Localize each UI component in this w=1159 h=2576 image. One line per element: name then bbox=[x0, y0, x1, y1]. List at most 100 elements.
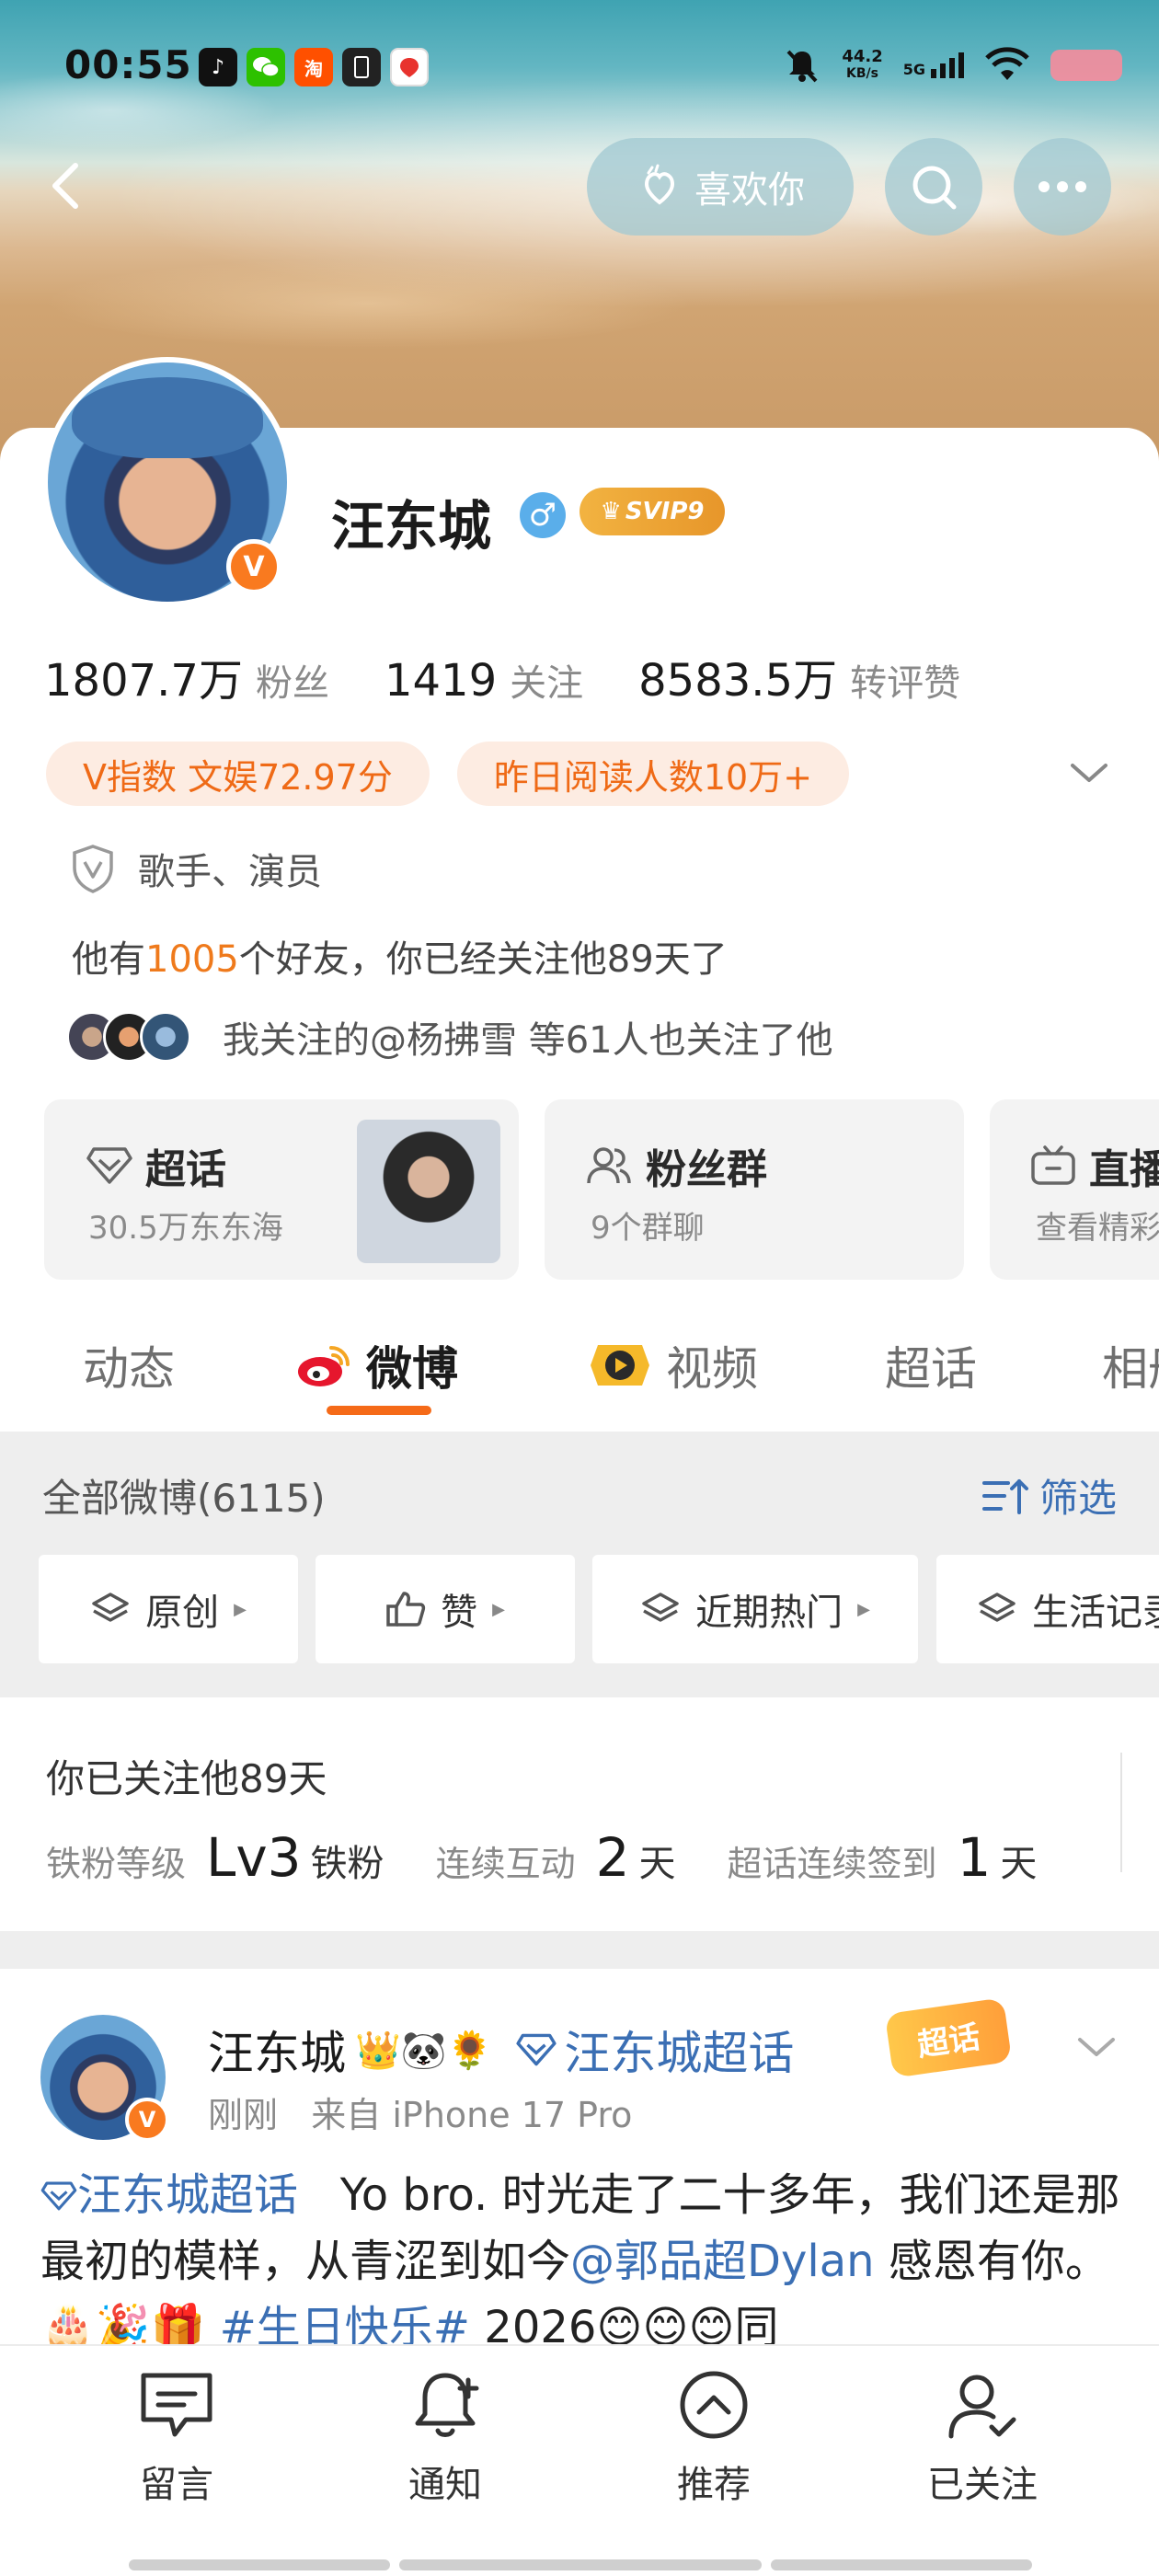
layers-icon bbox=[92, 1593, 129, 1622]
followed-icon bbox=[948, 2375, 1016, 2439]
profile-tags: V指数 文娱72.97分 昨日阅读人数10万+ bbox=[46, 742, 850, 806]
fan-group-title: 粉丝群 bbox=[646, 1146, 767, 1193]
fan-status-card[interactable]: 你已关注他89天 铁粉等级 Lv3 铁粉 连续互动 2 天 超话连续签到 1 天 bbox=[0, 1697, 1159, 1931]
followed-button[interactable]: 已关注 bbox=[890, 2366, 1074, 2508]
tab-album[interactable]: 相册 bbox=[1102, 1332, 1159, 1398]
engagement-label[interactable]: 转评赞 bbox=[850, 653, 960, 707]
tab-activity[interactable]: 动态 bbox=[83, 1332, 175, 1398]
post-mention[interactable]: @郭品超Dylan bbox=[570, 2236, 875, 2287]
layers-icon bbox=[642, 1593, 679, 1622]
verified-v-badge: V bbox=[125, 2098, 169, 2142]
caret-right-icon: ▶ bbox=[857, 1599, 870, 1619]
mutual-friends: 他有1005个好友，你已经关注他89天了 bbox=[72, 938, 728, 981]
caret-right-icon: ▶ bbox=[492, 1599, 505, 1619]
status-app-icons: ♪ 淘 bbox=[199, 48, 429, 86]
tab-video[interactable]: 视频 bbox=[587, 1332, 758, 1398]
bottom-action-bar: 留言 通知 推荐 已关注 bbox=[0, 2344, 1159, 2576]
followers-label[interactable]: 粉丝 bbox=[256, 653, 329, 707]
supertopic-thumbnail bbox=[357, 1120, 500, 1263]
more-button[interactable] bbox=[1014, 138, 1111, 236]
status-bar: 00:55 ♪ 淘 44.2 KB/s 5G bbox=[0, 37, 1159, 101]
post-supertopic-tag[interactable]: 汪东城超话 bbox=[40, 2169, 298, 2221]
comment-button[interactable]: 留言 bbox=[85, 2366, 269, 2508]
chevron-down-icon[interactable] bbox=[1067, 754, 1111, 791]
supertopic-subtitle: 30.5万东东海 bbox=[88, 1210, 283, 1247]
top-nav: 喜欢你 bbox=[0, 138, 1159, 239]
post-author-name[interactable]: 汪东城 bbox=[208, 2017, 346, 2083]
profile-role: 歌手、演员 bbox=[70, 842, 322, 895]
fan-level: Lv3 bbox=[206, 1826, 302, 1889]
svip-badge[interactable]: ♛ SVIP9 bbox=[580, 488, 725, 535]
readers-tag[interactable]: 昨日阅读人数10万+ bbox=[456, 742, 850, 806]
chip-life-record[interactable]: 生活记录 bbox=[936, 1555, 1159, 1663]
more-dots-icon bbox=[1039, 181, 1086, 192]
app-icon bbox=[342, 48, 381, 86]
signal-icon: 5G bbox=[903, 52, 964, 78]
app-icon bbox=[390, 48, 429, 86]
supertopic-card[interactable]: 超话 30.5万东东海 bbox=[44, 1099, 519, 1280]
post-source: 来自 iPhone 17 Pro bbox=[311, 2095, 633, 2135]
wechat-icon bbox=[247, 48, 285, 86]
follow-days: 你已关注他89天 bbox=[46, 1756, 327, 1801]
filter-chips: 原创▶ 赞▶ 近期热门▶ 生活记录 bbox=[39, 1555, 1159, 1665]
divider bbox=[1120, 1753, 1122, 1872]
diamond-icon bbox=[516, 2033, 557, 2066]
bell-icon bbox=[415, 2373, 479, 2437]
comment-icon bbox=[141, 2373, 212, 2437]
recommend-icon bbox=[680, 2371, 748, 2439]
live-card[interactable]: 直播 查看精彩 bbox=[990, 1099, 1159, 1280]
recommend-button[interactable]: 推荐 bbox=[622, 2366, 806, 2508]
live-subtitle: 查看精彩 bbox=[1036, 1210, 1159, 1247]
interact-days: 2 bbox=[595, 1826, 630, 1889]
fan-group-card[interactable]: 粉丝群 9个群聊 bbox=[545, 1099, 964, 1280]
home-indicator bbox=[129, 2559, 390, 2570]
role-text: 歌手、演员 bbox=[138, 851, 322, 893]
live-title: 直播 bbox=[1089, 1146, 1159, 1193]
like-you-label: 喜欢你 bbox=[694, 169, 805, 212]
profile-tabs: 动态 微博 视频 超话 相册 bbox=[0, 1306, 1159, 1435]
avatar bbox=[140, 1011, 191, 1063]
v-index-tag[interactable]: V指数 文娱72.97分 bbox=[46, 742, 430, 806]
chip-likes[interactable]: 赞 ▶ bbox=[316, 1555, 575, 1663]
friends-count[interactable]: 1005 bbox=[145, 938, 239, 981]
chevron-down-icon[interactable] bbox=[1074, 2029, 1119, 2065]
tiktok-icon: ♪ bbox=[199, 48, 237, 86]
home-indicator bbox=[771, 2559, 1032, 2570]
male-gender-icon: ♂ bbox=[520, 492, 566, 538]
active-tab-indicator bbox=[327, 1406, 431, 1415]
followers-count[interactable]: 1807.7万 bbox=[44, 644, 243, 708]
following-label[interactable]: 关注 bbox=[510, 653, 583, 707]
post-supertopic-link[interactable]: 汪东城超话 bbox=[516, 2017, 794, 2083]
crown-icon: ♛ bbox=[600, 498, 622, 525]
fan-group-subtitle: 9个群聊 bbox=[591, 1210, 705, 1247]
following-count[interactable]: 1419 bbox=[384, 655, 497, 707]
tab-supertopic[interactable]: 超话 bbox=[885, 1332, 977, 1398]
chip-original[interactable]: 原创 ▶ bbox=[39, 1555, 298, 1663]
net-speed: 44.2 KB/s bbox=[842, 47, 883, 82]
engagement-count[interactable]: 8583.5万 bbox=[638, 644, 837, 708]
video-play-icon bbox=[591, 1345, 649, 1386]
tab-weibo[interactable]: 微博 bbox=[294, 1332, 458, 1398]
layers-icon bbox=[979, 1593, 1016, 1622]
taobao-icon: 淘 bbox=[294, 48, 333, 86]
filter-button[interactable]: 筛选 bbox=[981, 1467, 1117, 1524]
verified-v-badge: V bbox=[226, 539, 281, 594]
notify-button[interactable]: 通知 bbox=[353, 2366, 537, 2508]
search-icon bbox=[912, 166, 957, 210]
followed-by-row[interactable]: 我关注的@杨拂雪 等61人也关注了他 bbox=[66, 1010, 833, 1064]
profile-stats: 1807.7万 粉丝 1419 关注 8583.5万 转评赞 bbox=[44, 644, 1016, 708]
battery-icon bbox=[1050, 50, 1122, 81]
chip-recent-hot[interactable]: 近期热门 ▶ bbox=[592, 1555, 918, 1663]
tv-icon bbox=[1031, 1145, 1075, 1185]
fan-stats: 铁粉等级 Lv3 铁粉 连续互动 2 天 超话连续签到 1 天 bbox=[46, 1826, 1038, 1889]
back-arrow-icon[interactable] bbox=[40, 158, 96, 213]
weibo-post[interactable]: V 汪东城 👑🐼🌻 汪东城超话 超话 刚刚 来自 iPhone 17 Pro 汪… bbox=[0, 1969, 1159, 2355]
supertopic-badge: 超话 bbox=[884, 1997, 1013, 2078]
profile-avatar[interactable]: V bbox=[42, 357, 293, 607]
search-button[interactable] bbox=[885, 138, 982, 236]
group-icon bbox=[587, 1147, 631, 1184]
post-body: 汪东城超话 Yo bro. 时光走了二十多年，我们还是那最初的模样，从青涩到如今… bbox=[40, 2169, 1120, 2353]
post-meta: 刚刚 来自 iPhone 17 Pro bbox=[208, 2087, 632, 2137]
like-you-button[interactable]: 喜欢你 bbox=[587, 138, 854, 236]
heart-hand-icon bbox=[644, 164, 675, 205]
